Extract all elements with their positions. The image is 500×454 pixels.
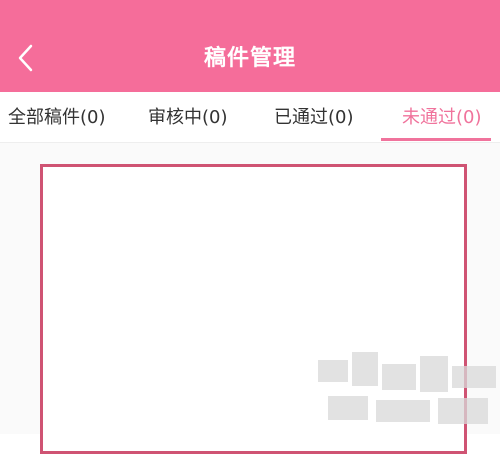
header-bar: 稿件管理 xyxy=(0,0,500,92)
tab-under-review[interactable]: 审核中(0) xyxy=(148,92,228,142)
tab-rejected[interactable]: 未通过(0) xyxy=(402,92,482,142)
tab-approved[interactable]: 已通过(0) xyxy=(274,92,354,142)
watermark-logo xyxy=(318,352,500,434)
active-tab-indicator xyxy=(381,138,491,141)
tab-all-manuscripts[interactable]: 全部稿件(0) xyxy=(8,92,106,142)
tab-bar: 全部稿件(0) 审核中(0) 已通过(0) 未通过(0) xyxy=(0,92,500,143)
page-title: 稿件管理 xyxy=(203,46,296,71)
